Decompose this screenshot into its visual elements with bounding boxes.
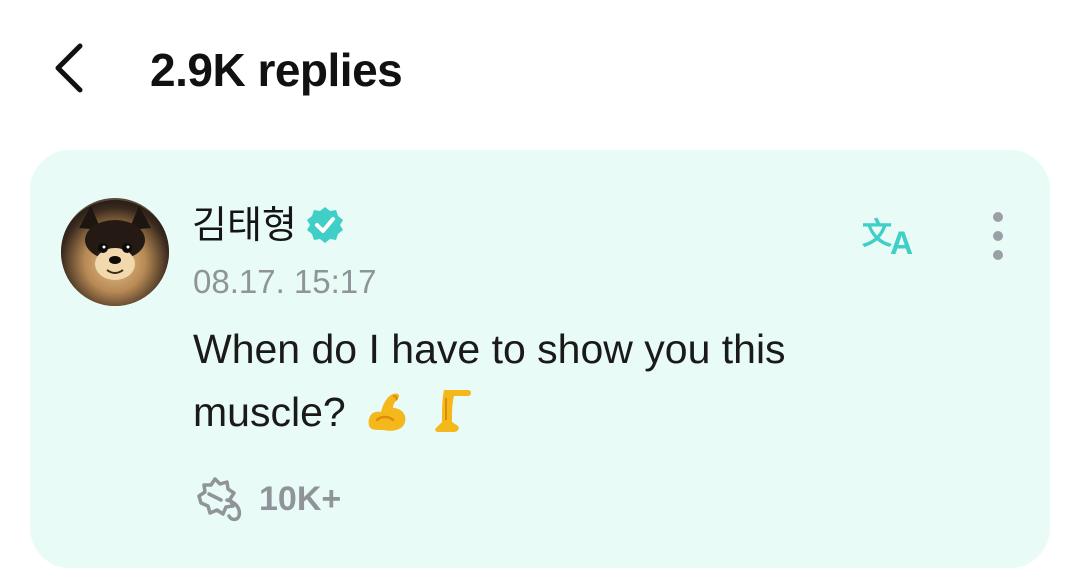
chevron-left-icon	[55, 43, 83, 93]
author-row: 김태형	[192, 200, 345, 250]
flexed-biceps-icon	[363, 386, 411, 452]
dog-avatar-image	[61, 198, 169, 306]
post-message: When do I have to show you this muscle?	[193, 318, 913, 452]
author-name[interactable]: 김태형	[192, 200, 297, 250]
post-message-text: When do I have to show you this muscle?	[193, 326, 786, 435]
translate-button[interactable]: 文 A	[856, 206, 926, 262]
svg-text:文: 文	[862, 217, 892, 252]
svg-text:A: A	[890, 225, 913, 258]
avatar[interactable]	[61, 198, 169, 306]
page-title: 2.9K replies	[150, 44, 403, 96]
more-vertical-icon	[993, 212, 1003, 260]
reaction-icon	[197, 477, 242, 522]
reaction-count: 10K+	[259, 480, 342, 518]
translate-icon: 文 A	[862, 217, 913, 258]
leg-icon	[428, 386, 476, 452]
post-card: 김태형 08.17. 15:17 When do I have to show …	[30, 150, 1050, 568]
post-timestamp: 08.17. 15:17	[193, 263, 377, 300]
header: 2.9K replies	[0, 0, 1080, 140]
more-options-button[interactable]	[978, 206, 1018, 266]
back-button[interactable]	[40, 36, 100, 100]
reaction-button[interactable]: 10K+	[193, 476, 341, 522]
verified-badge-icon	[305, 205, 345, 245]
